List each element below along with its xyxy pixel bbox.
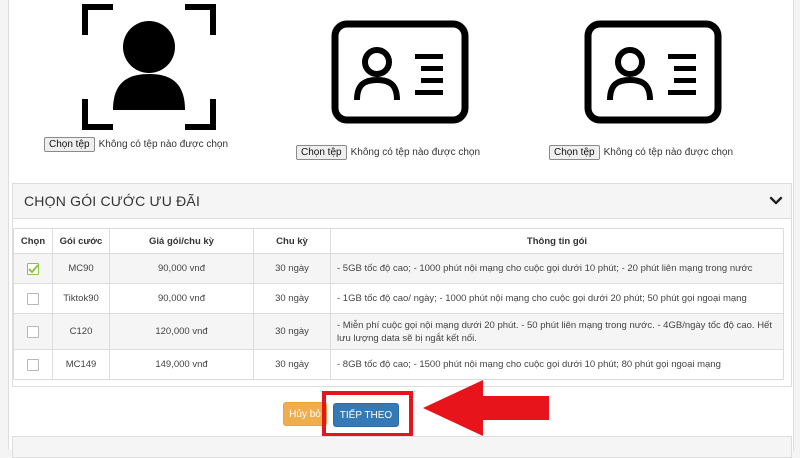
plan-price: 90,000 vnđ <box>109 283 254 314</box>
file-status-id-front: Không có tệp nào được chọn <box>350 147 481 158</box>
plan-checkbox[interactable] <box>27 292 39 305</box>
plan-info: - 5GB tốc độ cao; - 1000 phút nội mạng c… <box>330 253 784 284</box>
file-input-id-back: Chọn tệp Không có tệp nào được chọn <box>549 145 733 160</box>
check-icon <box>28 263 39 273</box>
plan-info: - Miễn phí cuộc gọi nội mạng dưới 20 phú… <box>330 313 784 350</box>
choose-file-button-id-back[interactable]: Chọn tệp <box>549 145 600 160</box>
chevron-down-icon[interactable] <box>769 194 783 208</box>
plans-table: Chọn Gói cước Giá gói/chu kỳ Chu kỳ Thôn… <box>13 228 784 380</box>
plan-name: C120 <box>52 313 110 350</box>
plan-cycle: 30 ngày <box>253 349 331 380</box>
header-choose: Chọn <box>13 228 53 254</box>
plan-checkbox[interactable] <box>27 325 39 338</box>
plan-info: - 1GB tốc độ cao/ ngày; - 1000 phút nội … <box>330 283 784 314</box>
page: Chọn tệp Không có tệp nào được chọn Chọn… <box>0 0 800 458</box>
left-arrow-icon <box>423 380 549 436</box>
plan-price: 120,000 vnđ <box>109 313 254 350</box>
plan-name: MC149 <box>52 349 110 380</box>
table-row[interactable]: MC90 90,000 vnđ 30 ngày - 5GB tốc độ cao… <box>13 253 784 284</box>
select-cell <box>13 349 53 380</box>
table-row[interactable]: C120 120,000 vnđ 30 ngày - Miễn phí cuộc… <box>13 313 784 350</box>
file-status-face: Không có tệp nào được chọn <box>98 139 229 150</box>
plan-name: Tiktok90 <box>52 283 110 314</box>
plan-checkbox-checked[interactable] <box>27 262 39 275</box>
table-header-row: Chọn Gói cước Giá gói/chu kỳ Chu kỳ Thôn… <box>13 228 784 254</box>
file-input-id-front: Chọn tệp Không có tệp nào được chọn <box>296 145 480 160</box>
choose-file-button-id-front[interactable]: Chọn tệp <box>296 145 347 160</box>
select-cell <box>13 313 53 350</box>
next-panel-header[interactable] <box>12 436 792 458</box>
panel-header[interactable]: CHỌN GÓI CƯỚC ƯU ĐÃI <box>13 184 791 219</box>
plan-price: 90,000 vnđ <box>109 253 254 284</box>
file-input-face: Chọn tệp Không có tệp nào được chọn <box>44 137 228 152</box>
plan-cycle: 30 ngày <box>253 313 331 350</box>
header-cycle: Chu kỳ <box>253 228 331 254</box>
header-info: Thông tin gói <box>330 228 784 254</box>
id-card-back-icon <box>584 20 722 129</box>
select-cell <box>13 283 53 314</box>
cancel-button[interactable]: Hủy bỏ <box>283 402 327 426</box>
plan-cycle: 30 ngày <box>253 253 331 284</box>
choose-file-button-face[interactable]: Chọn tệp <box>44 137 95 152</box>
file-status-id-back: Không có tệp nào được chọn <box>603 147 734 158</box>
select-cell <box>13 253 53 284</box>
plan-price: 149,000 vnđ <box>109 349 254 380</box>
table-row[interactable]: Tiktok90 90,000 vnđ 30 ngày - 1GB tốc độ… <box>13 283 784 314</box>
face-scan-icon <box>82 4 216 135</box>
plan-name: MC90 <box>52 253 110 284</box>
panel-title: CHỌN GÓI CƯỚC ƯU ĐÃI <box>24 193 201 209</box>
id-card-front-icon <box>331 20 469 129</box>
highlight-box <box>322 391 413 437</box>
plan-checkbox[interactable] <box>27 358 39 371</box>
plan-selection-panel: CHỌN GÓI CƯỚC ƯU ĐÃI Chọn Gói cước Giá g… <box>12 183 792 387</box>
plan-info: - 8GB tốc độ cao; - 1500 phút nội mạng c… <box>330 349 784 380</box>
header-plan: Gói cước <box>52 228 110 254</box>
table-row[interactable]: MC149 149,000 vnđ 30 ngày - 8GB tốc độ c… <box>13 349 784 380</box>
header-price: Giá gói/chu kỳ <box>109 228 254 254</box>
plan-cycle: 30 ngày <box>253 283 331 314</box>
